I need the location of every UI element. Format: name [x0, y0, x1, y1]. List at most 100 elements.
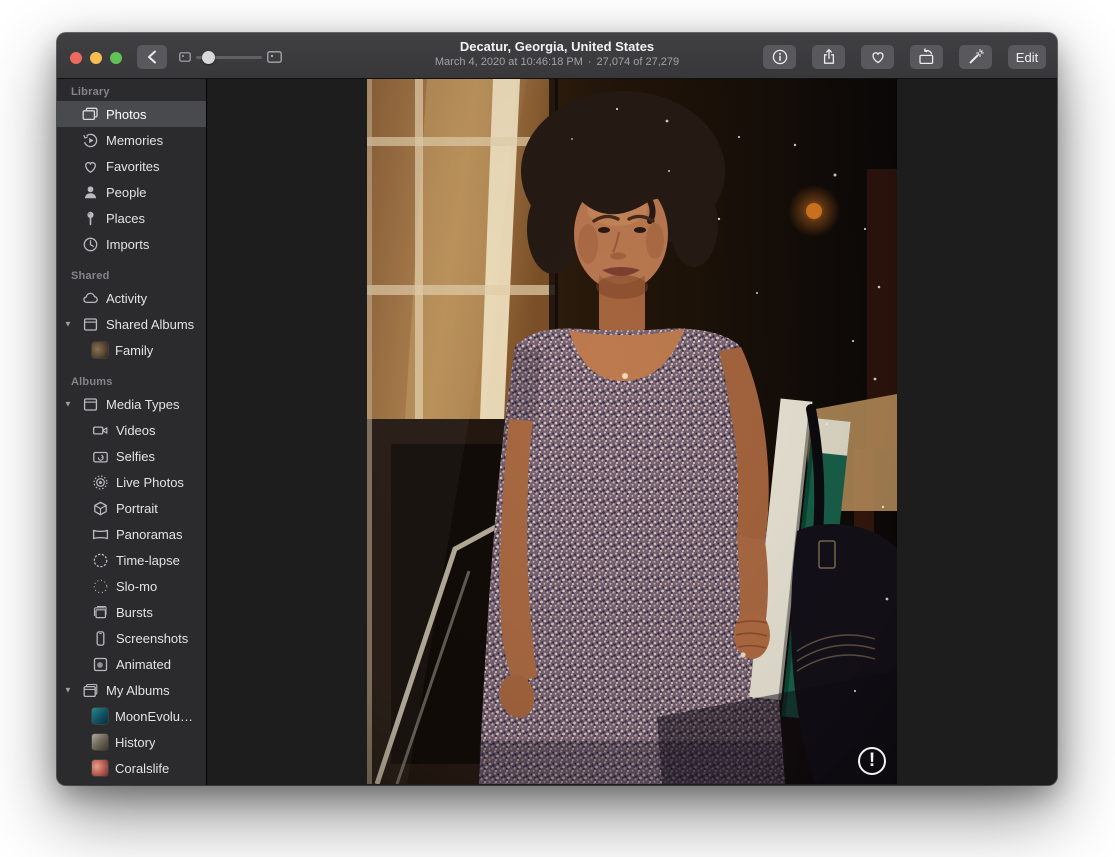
- videos-icon: [92, 422, 109, 439]
- share-icon: [820, 48, 838, 66]
- sidebar-item-moonevolu[interactable]: MoonEvolu…: [57, 703, 206, 729]
- edit-button[interactable]: Edit: [1008, 45, 1046, 69]
- sidebar-item-people[interactable]: People: [57, 179, 206, 205]
- sidebar-item-screenshots[interactable]: Screenshots: [57, 625, 206, 651]
- section-header-library: Library: [57, 83, 206, 101]
- live-photos-icon: [92, 474, 109, 491]
- places-icon: [82, 210, 99, 227]
- sidebar-item-family[interactable]: Family: [57, 337, 206, 363]
- rotate-button[interactable]: [910, 45, 943, 69]
- panoramas-icon: [92, 526, 109, 543]
- sidebar-item-animated[interactable]: Animated: [57, 651, 206, 677]
- coralslife-thumbnail: [92, 760, 108, 776]
- sidebar-item-selfies[interactable]: Selfies: [57, 443, 206, 469]
- imports-icon: [82, 236, 99, 253]
- sidebar-item-slo-mo[interactable]: Slo-mo: [57, 573, 206, 599]
- sidebar-item-label: Bursts: [116, 605, 153, 620]
- location-title: Decatur, Georgia, United States: [435, 39, 679, 54]
- sidebar-item-bursts[interactable]: Bursts: [57, 599, 206, 625]
- sidebar-item-activity[interactable]: Activity: [57, 285, 206, 311]
- zoom-window-button[interactable]: [110, 52, 122, 64]
- sidebar-item-label: Panoramas: [116, 527, 182, 542]
- title-block: Decatur, Georgia, United States March 4,…: [435, 39, 679, 69]
- sidebar-item-label: People: [106, 185, 146, 200]
- photos-app-window: Decatur, Georgia, United States March 4,…: [57, 33, 1057, 785]
- section-header-albums: Albums: [57, 373, 206, 391]
- zoom-slider-knob[interactable]: [202, 51, 215, 64]
- sidebar-item-label: Favorites: [106, 159, 159, 174]
- photo-view-area: !: [207, 79, 1057, 785]
- sidebar-item-label: Slo-mo: [116, 579, 157, 594]
- sidebar-item-label: Imports: [106, 237, 149, 252]
- history-thumbnail: [92, 734, 108, 750]
- disclosure-triangle[interactable]: ▼: [64, 686, 72, 695]
- time-lapse-icon: [92, 552, 109, 569]
- share-button[interactable]: [812, 45, 845, 69]
- sidebar-item-label: Portrait: [116, 501, 158, 516]
- zoom-slider-track[interactable]: [196, 56, 262, 59]
- meta-separator: ·: [588, 56, 592, 68]
- small-photo-icon: [179, 52, 191, 62]
- sidebar-item-memories[interactable]: Memories: [57, 127, 206, 153]
- sidebar-item-label: Family: [115, 343, 153, 358]
- memories-icon: [82, 132, 99, 149]
- section-header-shared: Shared: [57, 267, 206, 285]
- back-button[interactable]: [137, 45, 167, 69]
- sidebar-item-label: Animated: [116, 657, 171, 672]
- sidebar-item-label: Activity: [106, 291, 147, 306]
- photo[interactable]: !: [367, 79, 897, 784]
- sidebar-item-label: Photos: [106, 107, 146, 122]
- sidebar-item-label: Videos: [116, 423, 156, 438]
- portrait-icon: [92, 500, 109, 517]
- screenshots-icon: [92, 630, 109, 647]
- sidebar-item-shared-albums[interactable]: ▼ Shared Albums: [57, 311, 206, 337]
- cloud-icon: [82, 290, 99, 307]
- sidebar-item-coralslife[interactable]: Coralslife: [57, 755, 206, 781]
- sidebar-item-imports[interactable]: Imports: [57, 231, 206, 257]
- my-albums-icon: [82, 682, 99, 699]
- close-button[interactable]: [70, 52, 82, 64]
- people-icon: [82, 184, 99, 201]
- moonevolu-thumbnail: [92, 708, 108, 724]
- sidebar-item-places[interactable]: Places: [57, 205, 206, 231]
- window-controls: [70, 52, 122, 64]
- info-button[interactable]: [763, 45, 796, 69]
- sidebar-item-label: Memories: [106, 133, 163, 148]
- photo-canvas: [367, 79, 897, 784]
- zoom-slider[interactable]: [179, 45, 282, 69]
- sidebar: Library Photos Memories Favorites People…: [57, 79, 207, 785]
- album-icon: [82, 316, 99, 333]
- sidebar-item-label: Live Photos: [116, 475, 184, 490]
- sidebar-item-portrait[interactable]: Portrait: [57, 495, 206, 521]
- sidebar-item-label: MoonEvolu…: [115, 709, 193, 724]
- titlebar: Decatur, Georgia, United States March 4,…: [57, 33, 1057, 79]
- sidebar-item-photos[interactable]: Photos: [57, 101, 206, 127]
- auto-enhance-button[interactable]: [959, 45, 992, 69]
- sync-error-badge: !: [858, 747, 886, 775]
- sidebar-item-videos[interactable]: Videos: [57, 417, 206, 443]
- family-thumbnail: [92, 342, 108, 358]
- sidebar-item-live-photos[interactable]: Live Photos: [57, 469, 206, 495]
- minimize-button[interactable]: [90, 52, 102, 64]
- sidebar-item-favorites[interactable]: Favorites: [57, 153, 206, 179]
- sidebar-item-label: Screenshots: [116, 631, 188, 646]
- sidebar-item-label: Coralslife: [115, 761, 169, 776]
- disclosure-triangle[interactable]: ▼: [64, 320, 72, 329]
- magic-wand-icon: [967, 48, 985, 66]
- disclosure-triangle[interactable]: ▼: [64, 400, 72, 409]
- sidebar-item-label: Media Types: [106, 397, 179, 412]
- sidebar-item-history[interactable]: History: [57, 729, 206, 755]
- sidebar-item-panoramas[interactable]: Panoramas: [57, 521, 206, 547]
- sidebar-item-label: Places: [106, 211, 145, 226]
- favorite-button[interactable]: [861, 45, 894, 69]
- sidebar-item-my-albums[interactable]: ▼ My Albums: [57, 677, 206, 703]
- sidebar-item-label: Time-lapse: [116, 553, 180, 568]
- sidebar-item-time-lapse[interactable]: Time-lapse: [57, 547, 206, 573]
- bursts-icon: [92, 604, 109, 621]
- slo-mo-icon: [92, 578, 109, 595]
- info-icon: [771, 48, 789, 66]
- photo-meta: March 4, 2020 at 10:46:18 PM·27,074 of 2…: [435, 55, 679, 69]
- sidebar-item-media-types[interactable]: ▼ Media Types: [57, 391, 206, 417]
- sidebar-item-label: Shared Albums: [106, 317, 194, 332]
- album-icon: [82, 396, 99, 413]
